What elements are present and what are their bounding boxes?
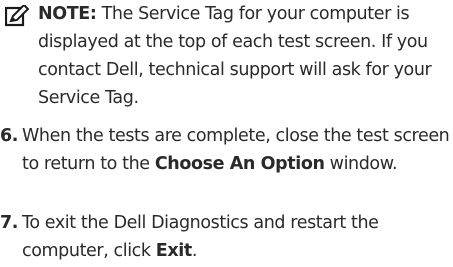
note-block: NOTE: The Service Tag for your computer … — [0, 0, 453, 112]
step-text-before: To exit the Dell Diagnostics and restart… — [22, 213, 379, 261]
step-7: 7. To exit the Dell Diagnostics and rest… — [0, 209, 453, 265]
note-text: NOTE: The Service Tag for your computer … — [38, 0, 452, 112]
step-number: 6. — [0, 126, 19, 146]
step-text: When the tests are complete, close the t… — [22, 122, 452, 178]
exit-button-name: Exit — [155, 241, 192, 261]
step-6: 6. When the tests are complete, close th… — [0, 122, 453, 206]
choose-option-window-name: Choose An Option — [154, 154, 325, 174]
step-number: 7. — [0, 213, 19, 233]
note-pencil-icon — [4, 3, 30, 27]
note-label: NOTE: — [38, 4, 97, 24]
step-text-after: window. — [324, 154, 398, 174]
note-body: The Service Tag for your computer is dis… — [38, 4, 432, 108]
step-text-after: . — [191, 241, 198, 261]
document-page: { "note": { "icon": "note-pencil-icon", … — [0, 0, 453, 267]
step-text: To exit the Dell Diagnostics and restart… — [22, 209, 452, 265]
